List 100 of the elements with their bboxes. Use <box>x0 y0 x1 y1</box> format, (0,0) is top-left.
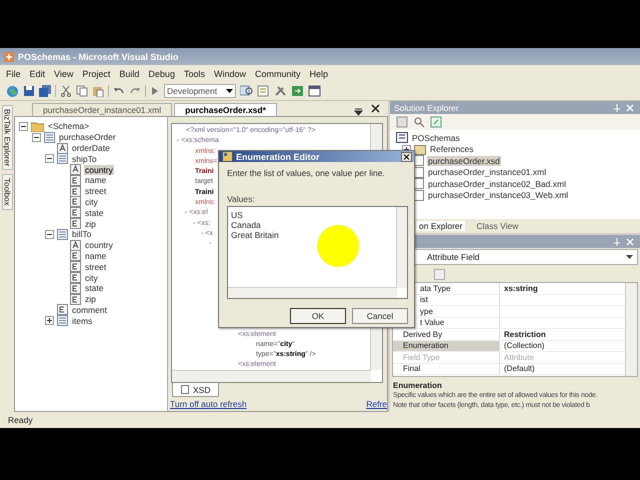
attribute-icon <box>70 240 81 251</box>
collapse-icon[interactable] <box>45 230 54 239</box>
document-tab[interactable]: purchaseOrder_instance01.xml <box>32 103 172 116</box>
property-name[interactable]: Derived By <box>393 329 500 340</box>
property-name[interactable]: Enumeration <box>393 340 500 351</box>
window-list-icon[interactable] <box>354 107 363 116</box>
solution-item[interactable]: purchaseOrder.xsd <box>427 156 501 166</box>
solution-item[interactable]: References <box>429 144 474 154</box>
vertical-scrollbar[interactable] <box>396 207 407 288</box>
values-label: Values: <box>227 194 256 204</box>
element-icon <box>70 207 81 218</box>
record-icon <box>57 315 68 326</box>
globe-icon[interactable] <box>6 84 19 98</box>
configuration-dropdown[interactable]: Development <box>164 84 236 98</box>
property-pages-icon[interactable] <box>434 268 445 280</box>
solution-item[interactable]: POSchemas <box>411 132 461 143</box>
side-tab[interactable]: Toolbox <box>2 174 12 210</box>
properties-icon[interactable] <box>396 116 408 128</box>
tree-node[interactable]: country <box>84 240 114 250</box>
dialog-prompt: Enter the list of values, one value per line. <box>227 168 386 180</box>
property-name[interactable]: Final <box>393 364 500 374</box>
tree-node[interactable]: name <box>84 250 108 261</box>
save-all-icon[interactable] <box>39 85 51 97</box>
panel-tab[interactable]: Class View <box>473 221 522 231</box>
pin-icon[interactable] <box>613 238 621 246</box>
copy-icon[interactable] <box>76 85 88 97</box>
tree-node[interactable]: street <box>84 186 108 196</box>
property-value[interactable]: xs:string <box>504 284 538 293</box>
properties-icon[interactable] <box>257 85 270 97</box>
tree-node[interactable]: street <box>84 262 108 272</box>
app-icon <box>3 50 15 62</box>
menu-item[interactable]: Build <box>119 68 140 78</box>
file-icon <box>414 190 424 201</box>
view-tab[interactable]: XSD <box>172 383 220 397</box>
horizontal-scrollbar[interactable] <box>228 287 397 298</box>
solution-item[interactable]: purchaseOrder_instance03_Web.xml <box>427 190 570 200</box>
tree-node[interactable]: items <box>71 316 94 326</box>
collapse-icon[interactable] <box>45 154 54 164</box>
tree-node[interactable]: name <box>84 175 108 186</box>
menu-item[interactable]: View <box>54 68 74 78</box>
pin-icon[interactable] <box>613 104 621 112</box>
tree-node[interactable]: zip <box>84 294 97 304</box>
tree-node[interactable]: shipTo <box>71 154 98 164</box>
menu-item[interactable]: Debug <box>148 68 175 78</box>
vertical-scrollbar[interactable] <box>625 283 637 376</box>
menu-item[interactable]: Tools <box>184 68 205 78</box>
file-icon <box>414 166 424 178</box>
panel-title: Solution Explorer <box>394 102 459 112</box>
property-value[interactable]: Restriction <box>504 330 546 339</box>
side-tab[interactable]: BizTalk Explorer <box>2 105 12 170</box>
app-icon <box>222 151 233 162</box>
menu-item[interactable]: File <box>6 68 21 78</box>
tree-node[interactable]: comment <box>71 304 108 315</box>
tree-node[interactable]: city <box>84 272 99 283</box>
save-icon[interactable] <box>23 85 35 97</box>
tree-node[interactable]: state <box>84 283 104 294</box>
status-text: Ready <box>8 415 33 425</box>
dialog-button[interactable]: OK <box>290 308 346 324</box>
file-icon <box>414 178 424 190</box>
paste-icon[interactable] <box>92 85 104 97</box>
link[interactable]: Turn off auto refresh <box>170 399 247 409</box>
property-value[interactable]: (Collection) <box>504 341 544 350</box>
find-icon[interactable] <box>240 85 253 97</box>
tree-node[interactable]: state <box>84 208 104 218</box>
collapse-icon[interactable] <box>32 132 41 142</box>
refresh-icon[interactable] <box>430 116 442 128</box>
expand-icon[interactable] <box>45 316 54 326</box>
menu-item[interactable]: Help <box>310 68 328 78</box>
panel-tab[interactable]: on Explorer <box>416 221 466 231</box>
window-icon[interactable] <box>308 85 321 97</box>
solution-item[interactable]: purchaseOrder_instance02_Bad.xml <box>427 178 567 189</box>
project-icon <box>396 132 408 144</box>
show-files-icon[interactable] <box>413 116 425 128</box>
tree-node[interactable]: country <box>84 164 114 175</box>
element-icon <box>70 272 81 284</box>
menu-item[interactable]: Edit <box>30 68 46 78</box>
tree-node[interactable]: billTo <box>71 229 92 240</box>
cut-icon[interactable] <box>60 85 72 97</box>
tree-node[interactable]: zip <box>84 218 97 229</box>
dialog-title: Enumeration Editor <box>236 152 320 162</box>
property-value[interactable]: (Default) <box>504 364 535 374</box>
tree-node[interactable]: purchaseOrder <box>58 132 117 142</box>
start-icon[interactable] <box>150 85 160 97</box>
close-icon[interactable] <box>371 104 380 113</box>
document-tab[interactable]: purchaseOrder.xsd* <box>174 103 277 116</box>
solution-item[interactable]: purchaseOrder_instance01.xml <box>427 167 548 178</box>
menu-item[interactable]: Community <box>254 68 300 78</box>
link[interactable]: Refre <box>366 399 387 409</box>
tree-node[interactable]: <Schema> <box>47 121 90 132</box>
element-icon <box>70 186 81 197</box>
tree-node[interactable]: city <box>84 196 99 207</box>
deploy-icon[interactable] <box>291 85 304 97</box>
close-icon[interactable] <box>401 152 412 162</box>
dialog-button[interactable]: Cancel <box>352 308 408 324</box>
description-title: Enumeration <box>393 380 443 391</box>
tree-node[interactable]: orderDate <box>71 142 111 153</box>
menu-item[interactable]: Project <box>82 68 110 78</box>
menu-item[interactable]: Window <box>214 68 246 78</box>
collapse-icon[interactable] <box>19 122 28 131</box>
horizontal-scrollbar[interactable] <box>172 370 371 382</box>
